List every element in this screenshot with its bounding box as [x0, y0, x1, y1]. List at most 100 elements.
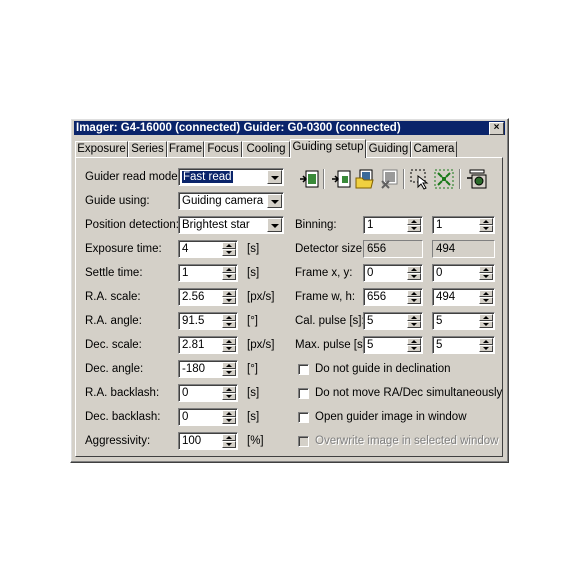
- frame-x-input[interactable]: 0: [363, 264, 423, 282]
- select-star-icon[interactable]: [409, 168, 431, 190]
- spin-up-icon[interactable]: [222, 338, 236, 345]
- clear-image-icon[interactable]: [378, 168, 400, 190]
- ra-backlash-input[interactable]: 0: [178, 384, 238, 402]
- spin-down-icon[interactable]: [479, 297, 493, 304]
- spin-up-icon[interactable]: [222, 242, 236, 249]
- spin-down-icon[interactable]: [407, 321, 421, 328]
- guide-using-value: Guiding camera: [182, 195, 264, 207]
- no-dec-guide-label[interactable]: Do not guide in declination: [315, 362, 451, 376]
- spin-up-icon[interactable]: [407, 218, 421, 225]
- spin-up-icon[interactable]: [479, 218, 493, 225]
- frame-y-value: 0: [436, 267, 443, 279]
- spin-up-icon[interactable]: [222, 266, 236, 273]
- exposure-time-unit: [s]: [247, 243, 260, 255]
- tab-focus[interactable]: Focus: [204, 141, 242, 157]
- max-pulse-dec-input[interactable]: 5: [432, 336, 495, 354]
- spin-up-icon[interactable]: [222, 386, 236, 393]
- tab-guiding-setup[interactable]: Guiding setup: [290, 139, 366, 158]
- dec-scale-input[interactable]: 2.81: [178, 336, 238, 354]
- spin-down-icon[interactable]: [479, 225, 493, 232]
- ra-scale-input[interactable]: 2.56: [178, 288, 238, 306]
- spin-down-icon[interactable]: [407, 297, 421, 304]
- spin-up-icon[interactable]: [479, 266, 493, 273]
- spin-down-icon[interactable]: [222, 345, 236, 352]
- settle-time-unit: [s]: [247, 267, 260, 279]
- spin-up-icon[interactable]: [407, 290, 421, 297]
- binning-x-input[interactable]: 1: [363, 216, 423, 234]
- spin-down-icon[interactable]: [222, 249, 236, 256]
- open-folder-image-icon[interactable]: [354, 168, 376, 190]
- chevron-down-icon[interactable]: [267, 170, 282, 184]
- spin-down-icon[interactable]: [222, 441, 236, 448]
- settle-time-input[interactable]: 1: [178, 264, 238, 282]
- frame-h-value: 494: [436, 291, 456, 303]
- aggressivity-input[interactable]: 100: [178, 432, 238, 450]
- guide-using-select[interactable]: Guiding camera: [178, 192, 284, 210]
- chevron-down-icon[interactable]: [267, 218, 282, 232]
- tab-guiding[interactable]: Guiding: [366, 141, 411, 157]
- frame-h-input[interactable]: 494: [432, 288, 495, 306]
- exposure-time-input[interactable]: 4: [178, 240, 238, 258]
- ra-scale-unit: [px/s]: [247, 291, 275, 303]
- detector-height-field: 494: [432, 240, 495, 258]
- close-button[interactable]: ×: [489, 122, 504, 135]
- spin-down-icon[interactable]: [222, 273, 236, 280]
- tab-series[interactable]: Series: [128, 141, 167, 157]
- cal-pulse-dec-input[interactable]: 5: [432, 312, 495, 330]
- spin-up-icon[interactable]: [222, 314, 236, 321]
- spin-up-icon[interactable]: [479, 338, 493, 345]
- read-mode-select[interactable]: Fast read: [178, 168, 284, 186]
- tab-cooling[interactable]: Cooling: [242, 141, 290, 157]
- cal-pulse-ra-input[interactable]: 5: [363, 312, 423, 330]
- dec-angle-label: Dec. angle:: [85, 363, 144, 375]
- frame-w-input[interactable]: 656: [363, 288, 423, 306]
- frame-y-input[interactable]: 0: [432, 264, 495, 282]
- auto-select-icon[interactable]: [433, 168, 455, 190]
- spin-down-icon[interactable]: [479, 345, 493, 352]
- capture-icon[interactable]: [466, 168, 488, 190]
- position-detection-select[interactable]: Brightest star: [178, 216, 284, 234]
- spin-up-icon[interactable]: [222, 362, 236, 369]
- no-dec-guide-checkbox[interactable]: [298, 364, 309, 375]
- dec-angle-input[interactable]: -180: [178, 360, 238, 378]
- ra-scale-label: R.A. scale:: [85, 291, 141, 303]
- spin-down-icon[interactable]: [407, 225, 421, 232]
- open-in-window-label[interactable]: Open guider image in window: [315, 410, 467, 424]
- chevron-down-icon[interactable]: [267, 194, 282, 208]
- detector-width-field: 656: [363, 240, 423, 258]
- spin-up-icon[interactable]: [222, 434, 236, 441]
- download-frame-icon[interactable]: [298, 168, 320, 190]
- spin-down-icon[interactable]: [479, 273, 493, 280]
- spin-down-icon[interactable]: [222, 297, 236, 304]
- spin-down-icon[interactable]: [222, 321, 236, 328]
- spin-up-icon[interactable]: [407, 314, 421, 321]
- spin-up-icon[interactable]: [407, 338, 421, 345]
- open-in-window-checkbox[interactable]: [298, 412, 309, 423]
- download-region-icon[interactable]: [330, 168, 352, 190]
- spin-down-icon[interactable]: [407, 345, 421, 352]
- spin-down-icon[interactable]: [222, 417, 236, 424]
- spin-up-icon[interactable]: [479, 314, 493, 321]
- ra-angle-input[interactable]: 91.5: [178, 312, 238, 330]
- no-simultaneous-label[interactable]: Do not move RA/Dec simultaneously: [315, 386, 502, 400]
- max-pulse-ra-input[interactable]: 5: [363, 336, 423, 354]
- spin-up-icon[interactable]: [407, 266, 421, 273]
- tab-camera[interactable]: Camera: [411, 141, 457, 157]
- spin-down-icon[interactable]: [222, 393, 236, 400]
- spin-up-icon[interactable]: [222, 290, 236, 297]
- dec-backlash-input[interactable]: 0: [178, 408, 238, 426]
- read-mode-value: Fast read: [182, 171, 233, 183]
- spin-down-icon[interactable]: [479, 321, 493, 328]
- no-simultaneous-checkbox[interactable]: [298, 388, 309, 399]
- max-pulse-label: Max. pulse [s]:: [295, 339, 370, 351]
- binning-y-input[interactable]: 1: [432, 216, 495, 234]
- spin-down-icon[interactable]: [407, 273, 421, 280]
- spin-down-icon[interactable]: [222, 369, 236, 376]
- tab-frame[interactable]: Frame: [167, 141, 204, 157]
- spin-up-icon[interactable]: [479, 290, 493, 297]
- read-mode-label: Guider read mode:: [85, 171, 181, 183]
- settle-time-label: Settle time:: [85, 267, 143, 279]
- spin-up-icon[interactable]: [222, 410, 236, 417]
- binning-label: Binning:: [295, 219, 337, 231]
- tab-exposure[interactable]: Exposure: [75, 141, 128, 157]
